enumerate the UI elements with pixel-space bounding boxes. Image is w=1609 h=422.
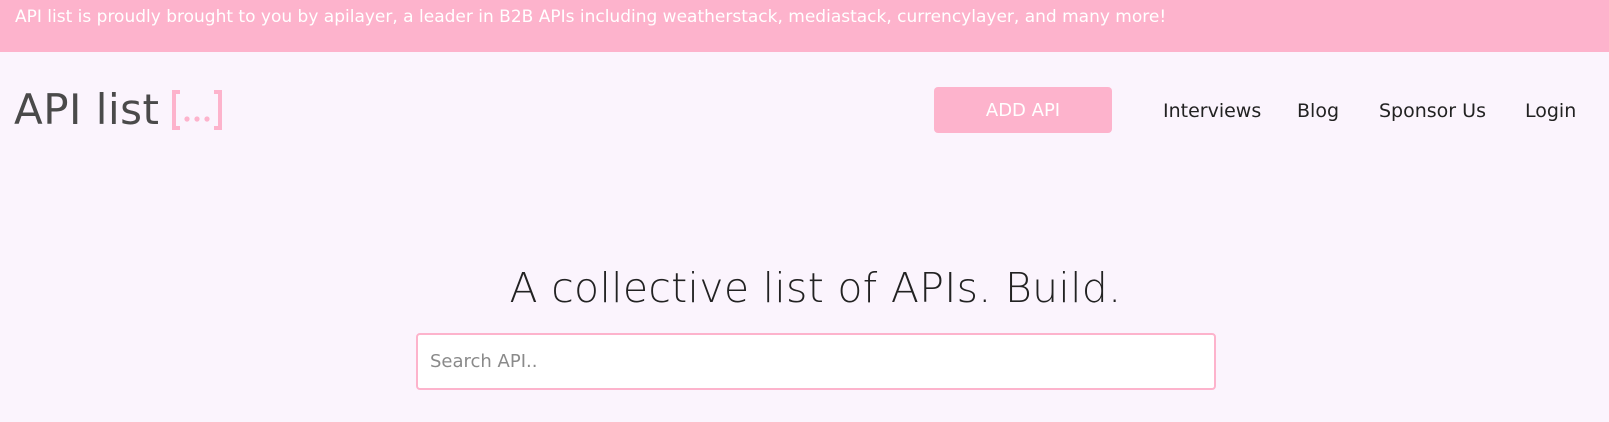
nav-link-interviews[interactable]: Interviews — [1163, 98, 1261, 124]
nav-link-blog[interactable]: Blog — [1297, 98, 1339, 124]
hero-title: A collective list of APIs. Build. — [509, 264, 1122, 312]
promo-banner-text[interactable]: API list is proudly brought to you by ap… — [15, 7, 1166, 27]
main-nav: Interviews Blog Sponsor Us Login — [0, 98, 1609, 124]
promo-banner[interactable]: API list is proudly brought to you by ap… — [0, 0, 1609, 52]
nav-link-login[interactable]: Login — [1525, 98, 1576, 124]
search-input[interactable] — [416, 333, 1216, 390]
nav-link-sponsor-us[interactable]: Sponsor Us — [1379, 98, 1486, 124]
